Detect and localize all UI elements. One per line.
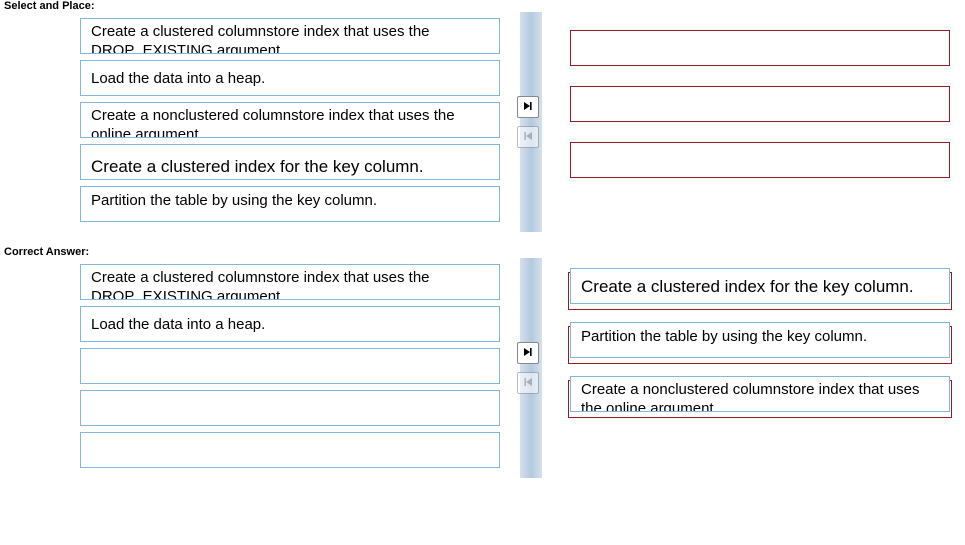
answer-slot: Create a clustered index for the key col… [570,268,950,304]
answer-item[interactable]: Create a nonclustered columnstore index … [570,376,950,412]
answer-target-list: Create a clustered index for the key col… [555,258,950,478]
source-item[interactable]: Load the data into a heap. [80,60,500,96]
source-item[interactable]: Partition the table by using the key col… [80,186,500,222]
select-and-place-label: Select and Place: [4,0,965,12]
target-slot[interactable] [570,142,950,178]
source-item-empty[interactable] [80,390,500,426]
target-slot[interactable] [570,30,950,66]
answer-slot: Create a nonclustered columnstore index … [570,376,950,412]
answer-source-list: Create a clustered columnstore index tha… [80,258,500,478]
move-right-button[interactable] [517,342,539,364]
move-left-button[interactable] [517,372,539,394]
move-right-button[interactable] [517,96,539,118]
target-slot[interactable] [570,86,950,122]
source-item[interactable]: Create a clustered index for the key col… [80,144,500,180]
correct-answer-label: Correct Answer: [4,246,965,258]
move-left-button[interactable] [517,126,539,148]
move-left-icon [523,128,533,146]
source-item-empty[interactable] [80,432,500,468]
move-right-icon [523,98,533,116]
answer-slot: Partition the table by using the key col… [570,322,950,358]
select-and-place-panel: Create a clustered columnstore index tha… [80,12,950,232]
source-list: Create a clustered columnstore index tha… [80,12,500,232]
source-item[interactable]: Create a clustered columnstore index tha… [80,264,500,300]
transfer-controls [500,12,555,232]
answer-item[interactable]: Create a clustered index for the key col… [570,268,950,304]
source-item-empty[interactable] [80,348,500,384]
source-item[interactable]: Create a clustered columnstore index tha… [80,18,500,54]
source-item[interactable]: Create a nonclustered columnstore index … [80,102,500,138]
target-list [555,12,950,232]
transfer-controls [500,258,555,478]
move-right-icon [523,344,533,362]
move-left-icon [523,374,533,392]
correct-answer-panel: Create a clustered columnstore index tha… [80,258,950,478]
answer-item[interactable]: Partition the table by using the key col… [570,322,950,358]
source-item[interactable]: Load the data into a heap. [80,306,500,342]
